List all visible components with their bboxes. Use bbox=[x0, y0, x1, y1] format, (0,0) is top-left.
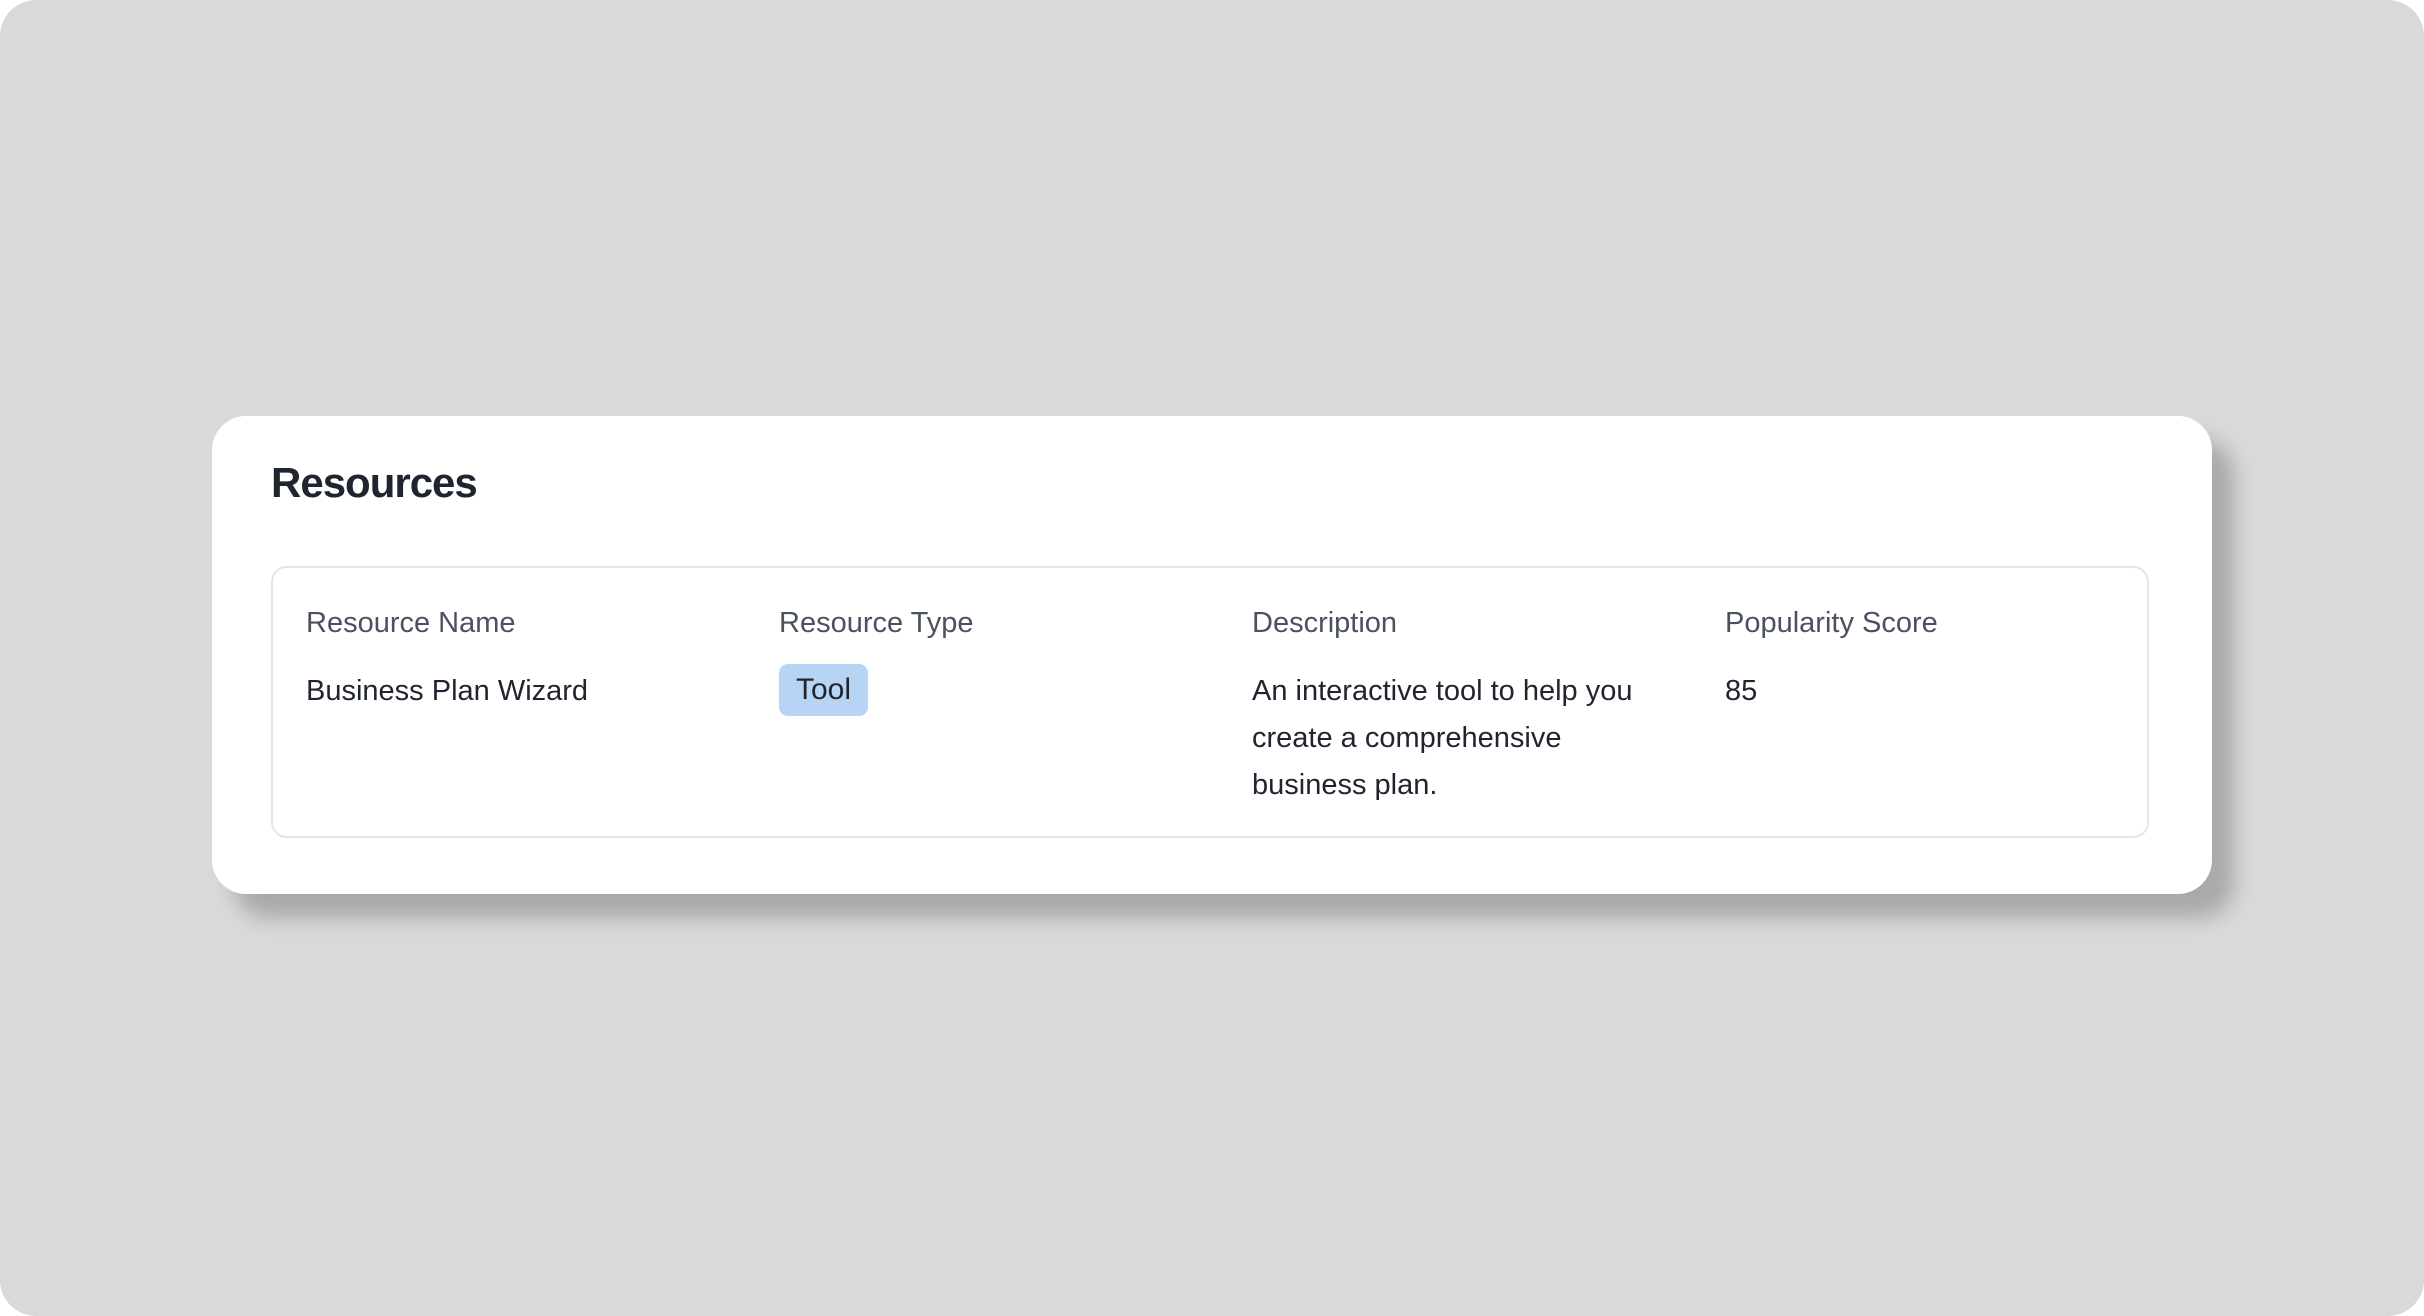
column-header-description: Description bbox=[1252, 607, 1398, 639]
cell-resource-name: Business Plan Wizard bbox=[306, 675, 589, 707]
cell-popularity-score: 85 bbox=[1725, 675, 1758, 707]
cell-description: An interactive tool to help you create a… bbox=[1252, 675, 1633, 801]
column-header-resource-type: Resource Type bbox=[779, 607, 974, 639]
resources-table: Resource Name Business Plan Wizard Resou… bbox=[271, 566, 2149, 838]
resources-card: Resources Resource Name Business Plan Wi… bbox=[212, 416, 2212, 894]
column-header-resource-name: Resource Name bbox=[306, 607, 516, 639]
column-header-popularity-score: Popularity Score bbox=[1725, 607, 1938, 639]
page-title: Resources bbox=[271, 459, 478, 506]
resource-type-badge: Tool bbox=[779, 664, 869, 716]
